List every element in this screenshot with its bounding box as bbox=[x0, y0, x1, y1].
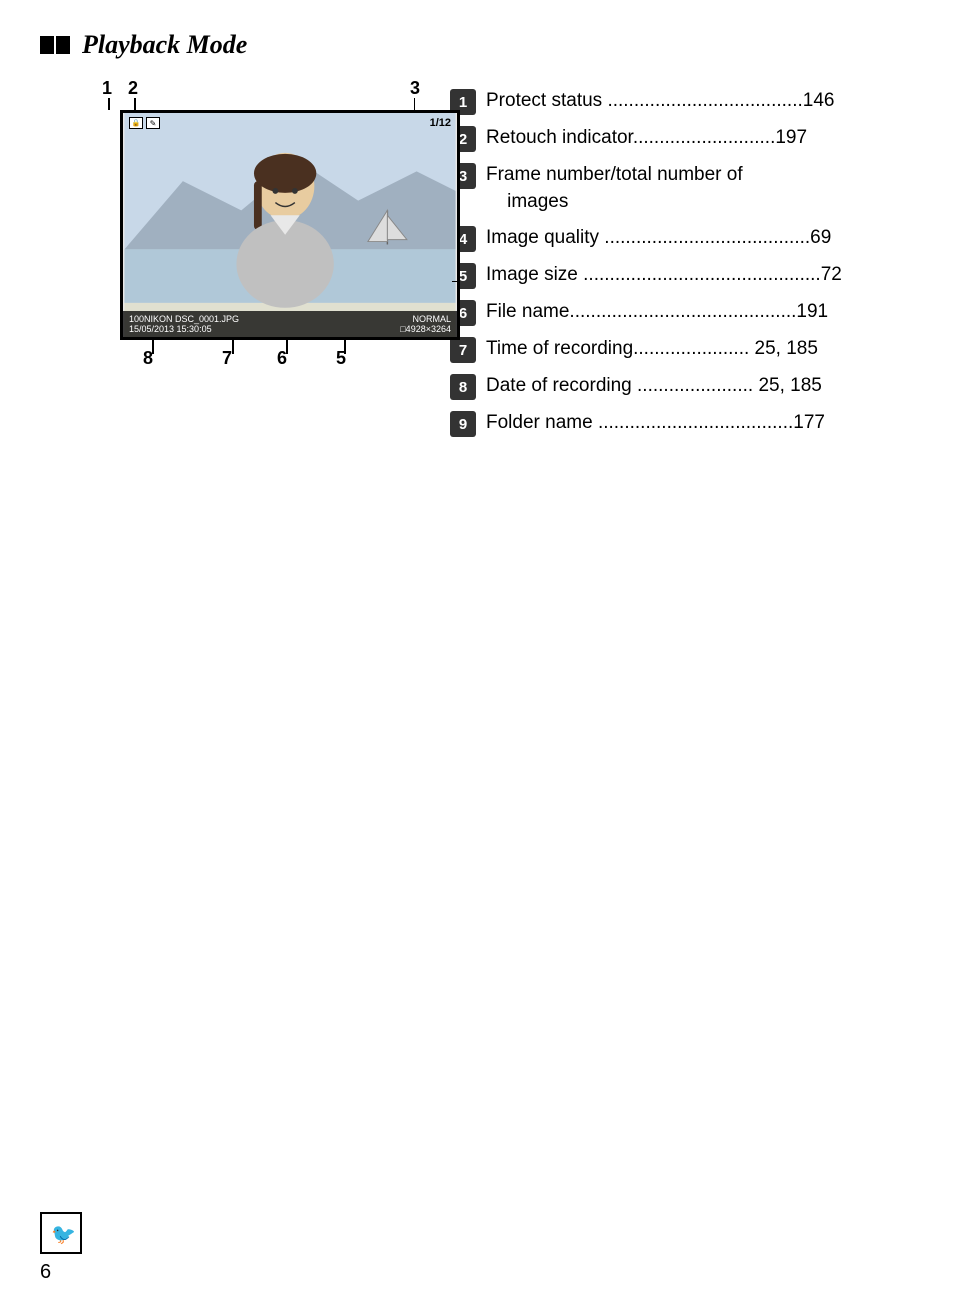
title-text: Playback Mode bbox=[82, 30, 247, 60]
label-6: 6 bbox=[277, 348, 287, 369]
camera-bottom-bar: 100NIKON DSC_0001.JPG 15/05/2013 15:30:0… bbox=[123, 311, 457, 337]
info-item-4: 4 Image quality ........................… bbox=[450, 225, 914, 252]
item-text-4: Image quality ..........................… bbox=[486, 225, 914, 252]
camera-size: □4928×3264 bbox=[400, 324, 451, 334]
page-number: 6 bbox=[40, 1261, 51, 1284]
info-item-3: 3 Frame number/total number of images bbox=[450, 162, 914, 215]
info-item-7: 7 Time of recording.....................… bbox=[450, 336, 914, 363]
camera-quality: NORMAL bbox=[412, 314, 451, 324]
info-item-1: 1 Protect status .......................… bbox=[450, 88, 914, 115]
item-text-7: Time of recording...................... … bbox=[486, 336, 914, 363]
item-text-8: Date of recording ......................… bbox=[486, 373, 914, 400]
camera-bottom-right: NORMAL □4928×3264 bbox=[400, 314, 451, 334]
label-1-top: 1 bbox=[102, 78, 112, 99]
info-item-9: 9 Folder name ..........................… bbox=[450, 410, 914, 437]
label-3-top: 3 bbox=[410, 78, 420, 99]
page-title: Playback Mode bbox=[40, 30, 914, 60]
label-4-arrow: 4 bbox=[452, 271, 460, 292]
item-text-6: File name...............................… bbox=[486, 299, 914, 326]
camera-top-bar: 🔒 ✎ 1/12 bbox=[129, 117, 451, 129]
info-item-2: 2 Retouch indicator.....................… bbox=[450, 125, 914, 152]
camera-info-line2: 15/05/2013 15:30:05 bbox=[129, 324, 239, 334]
frame-counter: 1/12 bbox=[430, 117, 451, 129]
item-num-7: 7 bbox=[450, 337, 476, 363]
label-area: 1 2 3 bbox=[80, 78, 420, 374]
item-text-2: Retouch indicator.......................… bbox=[486, 125, 914, 152]
bottom-labels: 8 7 6 5 bbox=[80, 342, 420, 374]
info-list: 1 Protect status .......................… bbox=[450, 88, 914, 447]
camera-bottom-left: 100NIKON DSC_0001.JPG 15/05/2013 15:30:0… bbox=[129, 314, 239, 334]
info-item-5: 5 Image size ...........................… bbox=[450, 262, 914, 289]
camera-frame: 🔒 ✎ 1/12 100NIKON DSC_0001.JPG 15/05/201… bbox=[120, 110, 460, 340]
item-text-5: Image size .............................… bbox=[486, 262, 914, 289]
protect-retouch-icons: 🔒 ✎ bbox=[129, 117, 160, 129]
retouch-icon: ✎ bbox=[146, 117, 160, 129]
title-icon bbox=[40, 36, 70, 54]
item-text-3: Frame number/total number of images bbox=[486, 162, 914, 215]
playback-icon: 🐦 bbox=[40, 1212, 82, 1254]
item-num-8: 8 bbox=[450, 374, 476, 400]
content-area: 1 2 3 bbox=[40, 78, 914, 447]
label-8: 8 bbox=[143, 348, 153, 369]
item-num-9: 9 bbox=[450, 411, 476, 437]
label-2-top: 2 bbox=[128, 78, 138, 99]
info-item-6: 6 File name.............................… bbox=[450, 299, 914, 326]
playback-svg: 🐦 bbox=[47, 1219, 75, 1247]
label-5: 5 bbox=[336, 348, 346, 369]
protect-icon: 🔒 bbox=[129, 117, 143, 129]
item-text-1: Protect status .........................… bbox=[486, 88, 914, 115]
camera-info-line1: 100NIKON DSC_0001.JPG bbox=[129, 314, 239, 324]
item-text-9: Folder name ............................… bbox=[486, 410, 914, 437]
svg-text:🐦: 🐦 bbox=[51, 1224, 75, 1246]
label-7: 7 bbox=[222, 348, 232, 369]
info-item-8: 8 Date of recording ....................… bbox=[450, 373, 914, 400]
diagram-area: 1 2 3 bbox=[40, 78, 420, 394]
